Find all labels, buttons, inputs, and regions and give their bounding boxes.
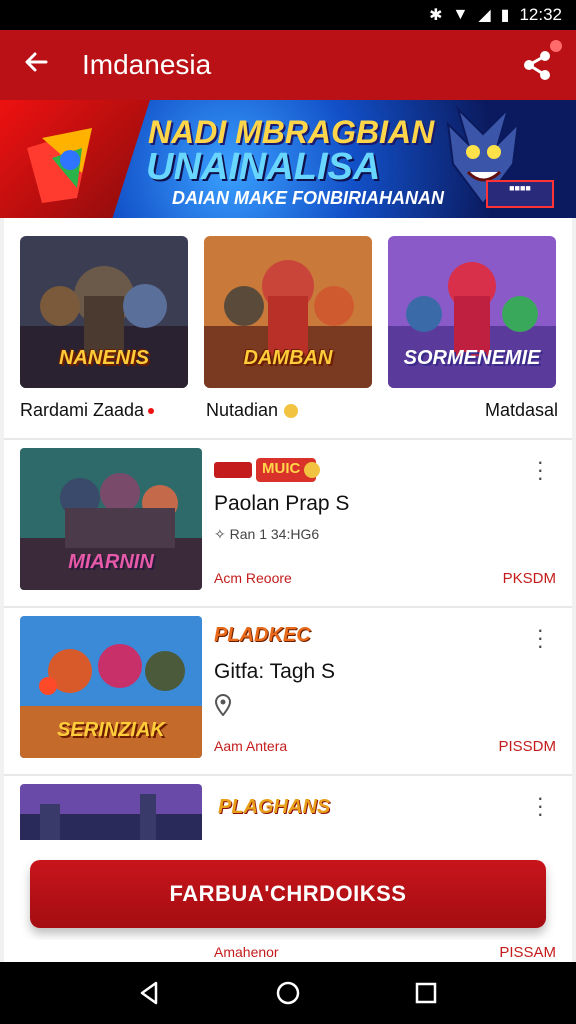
game-caption-2[interactable]: Nutadian	[206, 400, 299, 421]
signal-icon: ◢	[478, 7, 491, 24]
banner-subtitle: DAIAN MAKE FONBIRIAHANAN	[172, 188, 444, 208]
game-grid: NANENIS DAMBAN SORMENEMIE Rardami Zaada …	[4, 218, 572, 438]
location-pin-icon	[214, 693, 232, 719]
list-item-image	[20, 784, 202, 840]
notification-dot	[550, 40, 562, 52]
promo-banner[interactable]: NADI MBRAGBIAN UNAINALISA DAIAN MAKE FON…	[0, 100, 576, 218]
list-item-image-title: SERINZIAK	[57, 719, 165, 741]
game-art	[20, 784, 202, 840]
list-item[interactable]: MIARNIN MUIC Paolan Prap S ✧ Ran 1 34:HG…	[4, 440, 572, 606]
list-item-price: PISSAM	[499, 944, 556, 961]
nav-home-icon[interactable]	[273, 978, 303, 1008]
app-logo	[27, 128, 92, 203]
app-bar: Imdanesia	[0, 30, 576, 100]
game-badge-label: MUIC	[262, 460, 301, 477]
list-item-image: MIARNIN	[20, 448, 202, 590]
list-item-title: Gitfa: Tagh S	[214, 660, 336, 683]
game-tile-title: DAMBAN	[243, 347, 333, 369]
status-bar: ✱ ▼ ◢ ▮ 12:32	[0, 0, 576, 30]
list-item-footer-left: Amahenor	[214, 944, 279, 960]
list-item[interactable]: SERINZIAK PLADKEC Gitfa: Tagh S Aam Ante…	[4, 608, 572, 774]
list-item-footer-left: Aam Antera	[214, 738, 288, 754]
coin-icon	[284, 404, 299, 419]
banner-tag: ■■■■	[486, 180, 554, 208]
primary-action-button[interactable]: FARBUA'CHRDOIKSS	[30, 860, 546, 928]
game-tile-title: SORMENEMIE	[403, 347, 541, 369]
more-options-icon[interactable]: · · ·	[537, 619, 544, 657]
list-item-price: PISSDM	[498, 738, 556, 755]
wifi-icon: ▼	[452, 6, 469, 23]
list-item-footer: Amahenor PISSAM	[4, 940, 572, 962]
list-item-image: SERINZIAK	[20, 616, 202, 758]
nav-recents-icon[interactable]	[411, 978, 441, 1008]
battery-icon: ▮	[500, 7, 510, 24]
game-tile-1[interactable]: NANENIS	[20, 236, 188, 388]
system-nav-bar	[0, 962, 576, 1024]
status-time: 12:32	[519, 5, 562, 24]
game-badge: MUIC	[214, 456, 324, 484]
more-options-icon[interactable]: · · ·	[537, 451, 544, 489]
new-indicator-dot	[148, 408, 155, 415]
page-title: Imdanesia	[82, 49, 212, 80]
game-tile-title: NANENIS	[58, 347, 149, 369]
bluetooth-icon: ✱	[429, 7, 443, 24]
list-item[interactable]: PLAGHANS · · ·	[4, 776, 572, 840]
list-item-meta: ✧ Ran 1 34:HG6	[214, 526, 320, 542]
nav-back-icon[interactable]	[134, 978, 164, 1008]
game-tile-3[interactable]: SORMENEMIE	[388, 236, 556, 388]
game-badge-label: PLAGHANS	[218, 796, 331, 818]
game-caption-3[interactable]: Matdasal	[485, 400, 558, 421]
list-item-price: PKSDM	[502, 570, 556, 587]
sparkle-icon: ✧	[214, 526, 230, 542]
more-options-icon[interactable]: · · ·	[537, 787, 544, 825]
share-icon[interactable]	[520, 40, 562, 82]
list-item-image-title: MIARNIN	[68, 551, 154, 573]
list-item-footer-left: Acm Reoore	[214, 570, 292, 586]
banner-headline-2: UNAINALISA	[146, 146, 381, 188]
list-item-title: Paolan Prap S	[214, 492, 350, 515]
game-tile-2[interactable]: DAMBAN	[204, 236, 372, 388]
game-badge: PLADKEC	[214, 624, 311, 652]
game-caption-1[interactable]: Rardami Zaada	[20, 400, 155, 421]
back-arrow-icon[interactable]	[22, 48, 62, 82]
game-badge-label: PLADKEC	[214, 624, 311, 646]
